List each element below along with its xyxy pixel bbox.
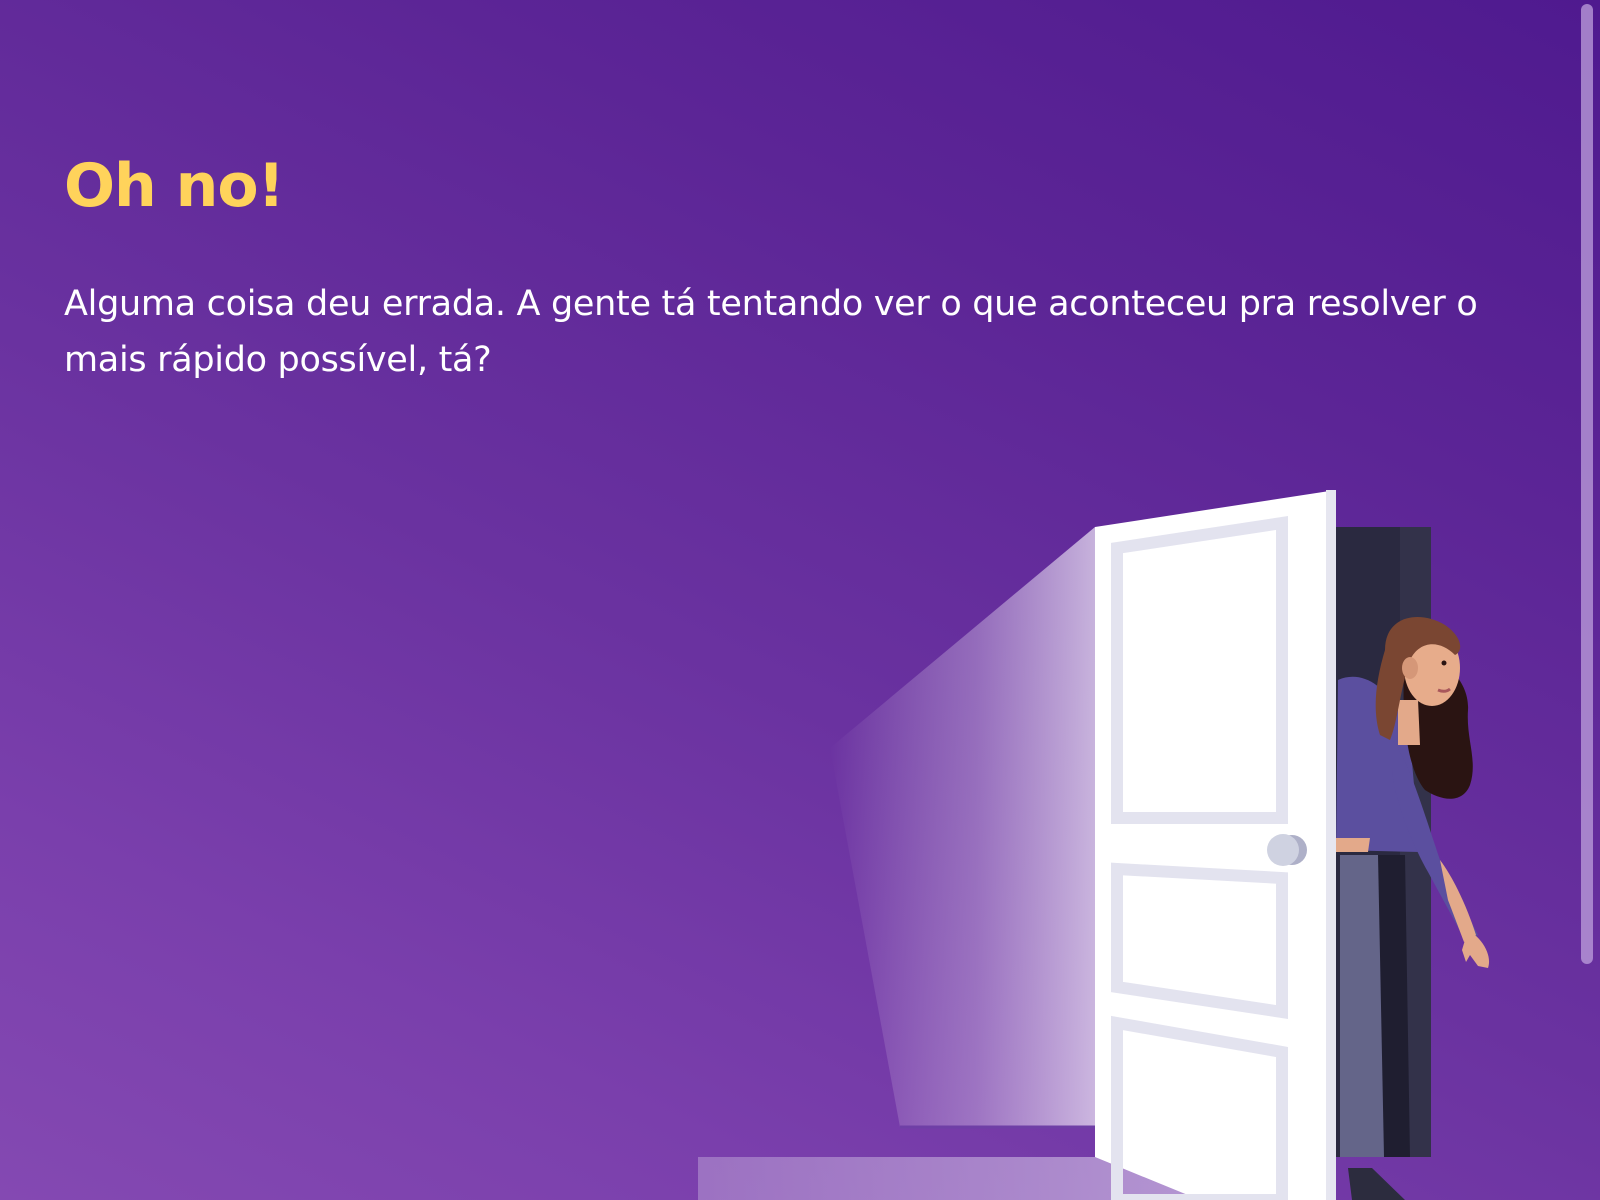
vertical-scrollbar[interactable] — [1568, 0, 1600, 1200]
door — [1095, 490, 1336, 1200]
doorway — [1335, 527, 1431, 1157]
light-beam — [830, 527, 1095, 1127]
woman-figure — [1336, 617, 1490, 1200]
error-message: Alguma coisa deu errada. A gente tá tent… — [64, 284, 1478, 380]
page-title: Oh no! — [64, 151, 285, 221]
doorway-inner-shadow — [1400, 527, 1431, 1157]
error-content: Oh no! Alguma coisa deu errada. A gente … — [64, 150, 1504, 388]
scrollbar-thumb[interactable] — [1581, 4, 1593, 964]
floor-light — [698, 1157, 1200, 1200]
